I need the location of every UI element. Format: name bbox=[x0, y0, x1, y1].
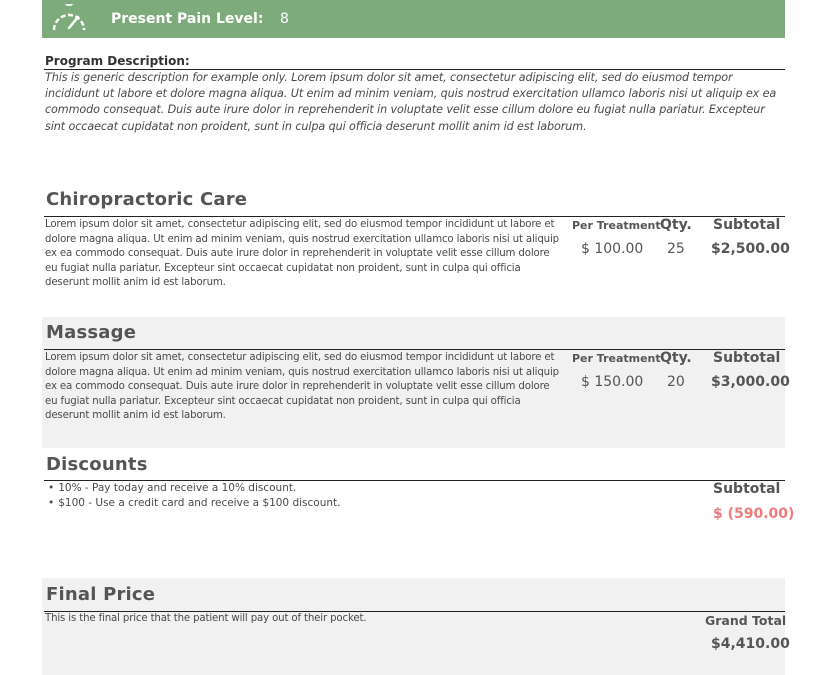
pain-level-bar: Present Pain Level: 8 bbox=[42, 0, 785, 38]
subtotal-header: Subtotal bbox=[713, 350, 781, 366]
per-treatment-header: Per Treatment bbox=[572, 219, 661, 232]
pain-level-value: 8 bbox=[280, 11, 289, 27]
grand-total-header: Grand Total bbox=[705, 613, 787, 628]
per-treatment-price: $ 150.00 bbox=[581, 374, 644, 390]
grand-total-value: $4,410.00 bbox=[711, 636, 790, 652]
discount-list: 10% - Pay today and receive a 10% discou… bbox=[45, 481, 340, 511]
qty-header: Qty. bbox=[660, 350, 692, 366]
subtotal-header: Subtotal bbox=[713, 481, 781, 497]
discount-item: 10% - Pay today and receive a 10% discou… bbox=[45, 481, 340, 496]
section-description: This is the final price that the patient… bbox=[45, 613, 367, 624]
section-title: Discounts bbox=[46, 454, 148, 475]
section-title: Chiropractoric Care bbox=[46, 189, 248, 210]
section-description: Lorem ipsum dolor sit amet, consectetur … bbox=[45, 352, 559, 421]
quantity-value: 25 bbox=[667, 241, 685, 257]
subtotal-value: $2,500.00 bbox=[711, 241, 790, 257]
discount-subtotal-value: $ (590.00) bbox=[713, 506, 795, 522]
gauge-icon bbox=[52, 4, 86, 31]
pain-level-label: Present Pain Level: bbox=[111, 11, 264, 27]
qty-header: Qty. bbox=[660, 217, 692, 233]
program-description-text: This is generic description for example … bbox=[45, 71, 777, 133]
subtotal-value: $3,000.00 bbox=[711, 374, 790, 390]
section-title: Final Price bbox=[46, 584, 156, 605]
section-title: Massage bbox=[46, 322, 137, 343]
section-description: Lorem ipsum dolor sit amet, consectetur … bbox=[45, 219, 559, 288]
discount-item: $100 - Use a credit card and receive a $… bbox=[45, 496, 340, 511]
per-treatment-price: $ 100.00 bbox=[581, 241, 644, 257]
quantity-value: 20 bbox=[667, 374, 685, 390]
program-description-title: Program Description: bbox=[45, 54, 190, 68]
per-treatment-header: Per Treatment bbox=[572, 352, 661, 365]
subtotal-header: Subtotal bbox=[713, 217, 781, 233]
